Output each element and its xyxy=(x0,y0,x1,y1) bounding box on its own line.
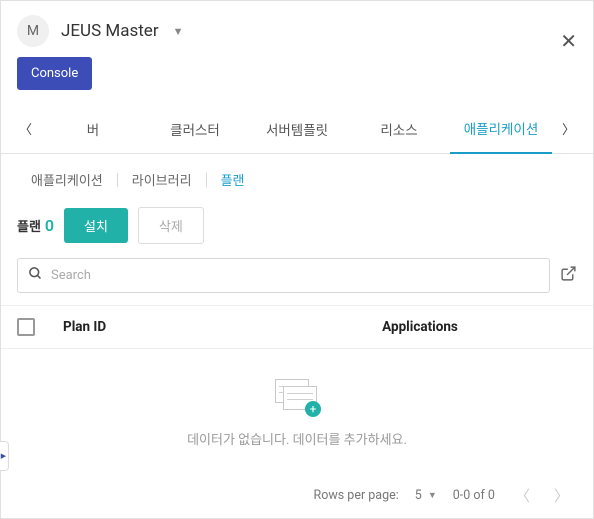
add-icon: + xyxy=(305,401,321,417)
header-bar: M JEUS Master ▼ xyxy=(1,1,593,57)
pagination-footer: Rows per page: 5 ▼ 0-0 of 0 〈 〉 xyxy=(314,485,573,506)
tabs-scroll-right-icon[interactable]: 〉 xyxy=(552,109,585,148)
select-all-checkbox[interactable] xyxy=(17,318,35,336)
install-button[interactable]: 설치 xyxy=(64,208,128,243)
search-box[interactable] xyxy=(17,258,550,293)
empty-state: + 데이터가 없습니다. 데이터를 추가하세요. xyxy=(1,349,593,470)
page-size-value: 5 xyxy=(415,488,422,503)
avatar[interactable]: M xyxy=(17,15,49,47)
prev-page-icon[interactable]: 〈 xyxy=(511,485,534,506)
subtab-applications[interactable]: 애플리케이션 xyxy=(17,168,117,191)
search-input[interactable] xyxy=(51,268,539,283)
console-row: Console xyxy=(1,57,593,104)
tab-item-0[interactable]: 버 xyxy=(42,105,144,153)
rows-per-page-select[interactable]: 5 ▼ xyxy=(415,488,437,503)
subtab-libraries[interactable]: 라이브러리 xyxy=(118,168,206,191)
tab-item-2[interactable]: 서버템플릿 xyxy=(246,105,348,153)
page-title: JEUS Master xyxy=(61,21,159,41)
column-plan-id: Plan ID xyxy=(63,319,263,335)
close-icon[interactable]: ✕ xyxy=(560,29,577,53)
rows-per-page-label: Rows per page: xyxy=(314,488,399,503)
subtab-plan[interactable]: 플랜 xyxy=(207,168,259,191)
main-tabs: 〈 버 클러스터 서버템플릿 리소스 애플리케이션 〉 xyxy=(1,104,593,154)
next-page-icon[interactable]: 〉 xyxy=(550,485,573,506)
console-button[interactable]: Console xyxy=(17,57,92,90)
tab-item-3[interactable]: 리소스 xyxy=(348,105,450,153)
empty-message: 데이터가 없습니다. 데이터를 추가하세요. xyxy=(1,429,593,448)
toolbar: 플랜 0 설치 삭제 xyxy=(1,201,593,258)
empty-illustration-icon: + xyxy=(275,379,319,415)
count-label: 플랜 0 xyxy=(17,216,54,235)
table-header-row: Plan ID Applications xyxy=(1,305,593,349)
delete-button[interactable]: 삭제 xyxy=(138,207,204,244)
avatar-letter: M xyxy=(27,23,39,39)
search-icon xyxy=(28,266,43,285)
tabs-scroll-left-icon[interactable]: 〈 xyxy=(9,109,42,148)
pagination-range: 0-0 of 0 xyxy=(453,488,495,503)
column-applications: Applications xyxy=(263,319,577,335)
sub-tabs: 애플리케이션 라이브러리 플랜 xyxy=(1,154,593,201)
tab-item-1[interactable]: 클러스터 xyxy=(144,105,246,153)
title-dropdown-icon[interactable]: ▼ xyxy=(173,25,184,38)
caret-down-icon: ▼ xyxy=(428,490,437,501)
open-external-icon[interactable] xyxy=(560,265,577,286)
tab-item-4[interactable]: 애플리케이션 xyxy=(450,104,552,154)
search-row xyxy=(1,258,593,305)
count-value: 0 xyxy=(45,216,54,235)
side-expand-handle[interactable] xyxy=(0,441,9,471)
